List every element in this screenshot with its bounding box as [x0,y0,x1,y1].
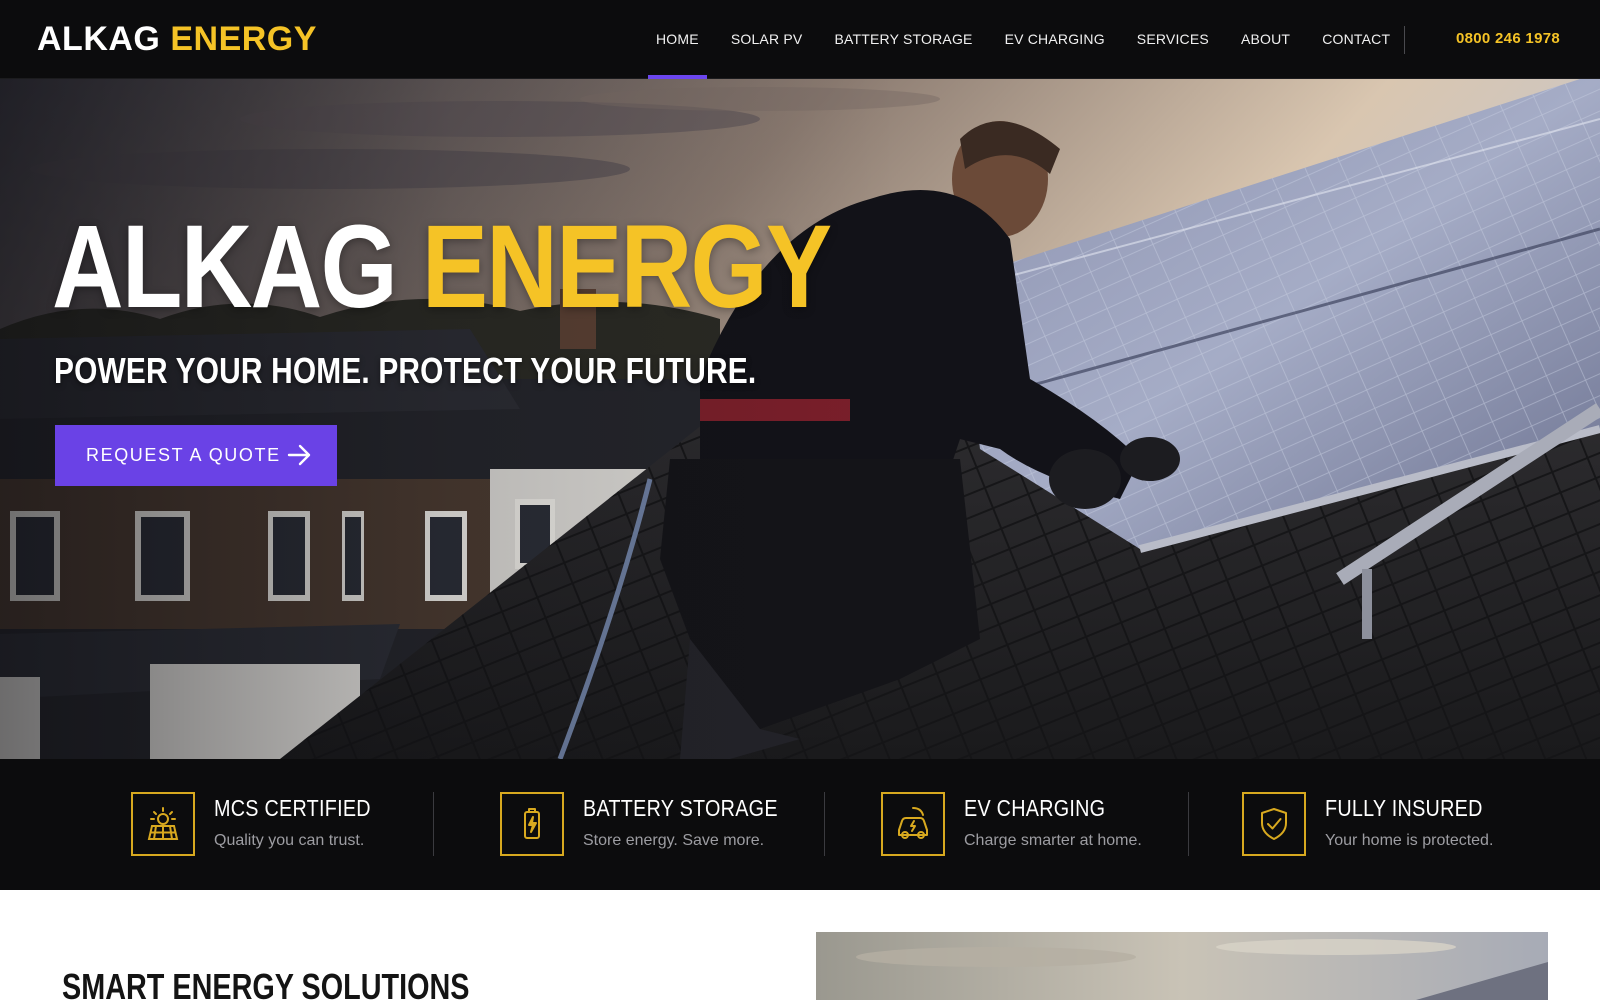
logo-accent-text: ENERGY [170,20,317,58]
main-nav: HOME SOLAR PV BATTERY STORAGE EV CHARGIN… [640,0,1406,79]
features-bar: MCS CERTIFIED Quality you can trust. BAT… [0,759,1600,890]
solar-panel-icon [131,792,195,856]
feature-divider [433,792,434,856]
feature-title: FULLY INSURED [1325,795,1483,821]
logo-main-text: ALKAG [37,20,161,58]
request-quote-label: REQUEST A QUOTE [86,445,281,465]
ev-car-icon [881,792,945,856]
hero-section: ALKAG ENERGY POWER YOUR HOME. PROTECT YO… [0,79,1600,759]
hero-tagline: POWER YOUR HOME. PROTECT YOUR FUTURE. [54,350,757,391]
phone-number-link[interactable]: 0800 246 1978 [1456,30,1560,47]
battery-icon [500,792,564,856]
feature-title: MCS CERTIFIED [214,795,371,821]
hero-background-image [0,79,1600,759]
nav-item-services[interactable]: SERVICES [1121,0,1225,79]
nav-item-solar-pv[interactable]: SOLAR PV [715,0,819,79]
request-quote-button[interactable]: REQUEST A QUOTE [55,425,337,486]
site-header: ALKAG ENERGY HOME SOLAR PV BATTERY STORA… [0,0,1600,79]
site-logo[interactable]: ALKAG ENERGY [37,19,317,59]
shield-check-icon [1242,792,1306,856]
hero-title-main: ALKAG [52,201,398,333]
nav-item-ev-charging[interactable]: EV CHARGING [989,0,1121,79]
feature-subtitle: Your home is protected. [1325,832,1494,849]
feature-title: BATTERY STORAGE [583,795,778,821]
feature-divider [1188,792,1189,856]
hero-title-accent: ENERGY [421,201,832,333]
feature-subtitle: Charge smarter at home. [964,832,1142,849]
feature-subtitle: Quality you can trust. [214,832,365,849]
feature-subtitle: Store energy. Save more. [583,832,765,849]
hero-title: ALKAG ENERGY [52,207,832,327]
header-divider [1404,26,1405,54]
nav-item-about[interactable]: ABOUT [1225,0,1306,79]
nav-item-battery-storage[interactable]: BATTERY STORAGE [818,0,988,79]
feature-title: EV CHARGING [964,795,1106,821]
nav-item-home[interactable]: HOME [640,0,715,79]
smart-energy-section: SMART ENERGY SOLUTIONS [0,890,1600,1000]
section-title: SMART ENERGY SOLUTIONS [62,966,470,1000]
arrow-right-icon [287,444,311,466]
feature-divider [824,792,825,856]
section-image [816,932,1548,1000]
nav-item-contact[interactable]: CONTACT [1306,0,1406,79]
